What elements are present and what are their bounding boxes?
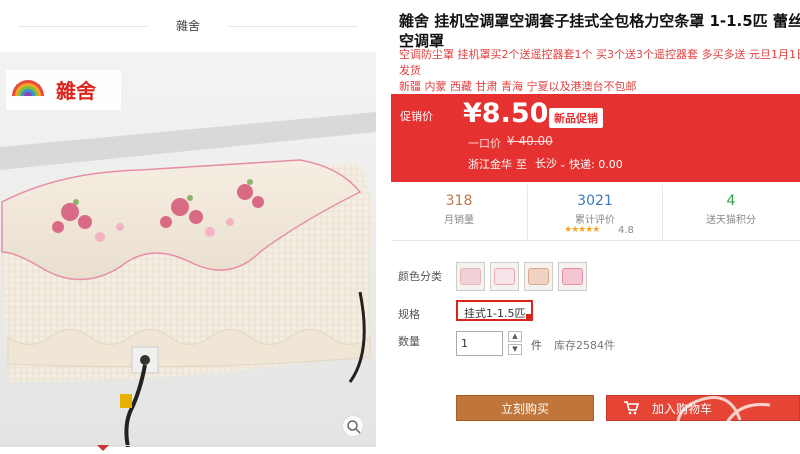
add-to-cart-label: 加入购物车	[652, 402, 713, 416]
zoom-icon[interactable]	[342, 415, 364, 437]
thumbnail-pointer-icon	[97, 445, 109, 451]
quantity-label: 数量	[398, 335, 420, 348]
color-option-label: 颜色分类	[398, 270, 442, 283]
shipping-fee: 快递: 0.00	[569, 158, 623, 171]
store-header: 雜舍	[0, 0, 376, 52]
add-to-cart-button[interactable]: 加入购物车	[606, 395, 800, 421]
sales-label: 月销量	[444, 215, 474, 226]
thumbnail-strip	[0, 445, 376, 454]
spec-option-label: 规格	[398, 308, 420, 321]
divider	[18, 26, 148, 27]
color-swatch[interactable]	[490, 262, 519, 291]
stats-bar: 318 月销量 3021 累计评价 ★★★★★ 4.8 4 送天猫积分	[391, 185, 800, 241]
product-subtitle: 空调防尘罩 挂机罩买2个送遥控器套1个 买3个送3个遥控器套 多买多送 元旦1月…	[399, 47, 800, 95]
quantity-increase-icon[interactable]: ▲	[508, 331, 522, 342]
sales-count: 318	[445, 193, 473, 209]
product-title: 雜舍 挂机空调罩空调套子挂式全包格力空条罩 1-1.5匹 蕾丝	[399, 12, 800, 30]
buy-now-button[interactable]: 立刻购买	[456, 395, 594, 421]
color-swatch[interactable]	[524, 262, 553, 291]
tmall-points: 4 送天猫积分	[663, 185, 799, 241]
original-price-label: 一口价	[468, 137, 501, 150]
review-count: 3021	[577, 193, 613, 209]
review-stats[interactable]: 3021 累计评价 ★★★★★ 4.8	[527, 185, 663, 241]
points-count: 4	[726, 193, 736, 209]
svg-text:雜舍: 雜舍	[56, 79, 97, 103]
product-details: 雜舍 挂机空调罩空调套子挂式全包格力空条罩 1-1.5匹 蕾丝 空调罩 空调防尘…	[386, 0, 800, 454]
promo-price: ¥8.50	[463, 98, 549, 129]
subtitle-line: 新疆 内蒙 西藏 甘肃 青海 宁夏以及港澳台不包邮	[399, 80, 637, 93]
monthly-sales: 318 月销量	[391, 185, 527, 241]
ship-destination: 长沙	[535, 157, 557, 170]
price-panel: 促销价 ¥8.50 新品促销 一口价 ¥ 40.00 浙江金华 至 长沙 ⌄ 快递…	[391, 94, 800, 182]
ship-destination-select[interactable]: 长沙 ⌄	[532, 154, 570, 172]
subtitle-line: 空调防尘罩 挂机罩买2个送遥控器套1个 买3个送3个遥控器套 多买多送 元旦1月…	[399, 48, 800, 77]
quantity-unit: 件	[531, 339, 542, 352]
main-product-image[interactable]: 雜舍	[0, 52, 376, 447]
price-label: 促销价	[400, 110, 433, 123]
cart-icon	[624, 401, 639, 415]
rating-score: 4.8	[618, 225, 634, 236]
stock-count: 库存2584件	[554, 339, 615, 352]
selected-check-icon	[526, 314, 534, 321]
product-gallery: 雜舍 雜舍	[0, 0, 376, 454]
color-swatch[interactable]	[558, 262, 587, 291]
color-swatch[interactable]	[456, 262, 485, 291]
store-name[interactable]: 雜舍	[150, 17, 226, 34]
brand-logo: 雜舍	[6, 70, 121, 110]
review-label: 累计评价	[575, 215, 615, 226]
promo-badge: 新品促销	[549, 108, 603, 128]
divider	[228, 26, 358, 27]
ship-to-label: 至	[516, 158, 527, 171]
spec-value: 挂式1-1.5匹	[464, 307, 526, 320]
chevron-down-icon: ⌄	[559, 160, 567, 170]
points-label: 送天猫积分	[706, 215, 756, 226]
quantity-input[interactable]: 1	[456, 331, 503, 356]
ship-origin: 浙江金华	[468, 158, 512, 171]
quantity-decrease-icon[interactable]: ▼	[508, 344, 522, 355]
spec-option-selected[interactable]: 挂式1-1.5匹	[456, 300, 534, 321]
original-price: ¥ 40.00	[507, 134, 553, 148]
star-rating-icon: ★★★★★	[564, 225, 600, 235]
